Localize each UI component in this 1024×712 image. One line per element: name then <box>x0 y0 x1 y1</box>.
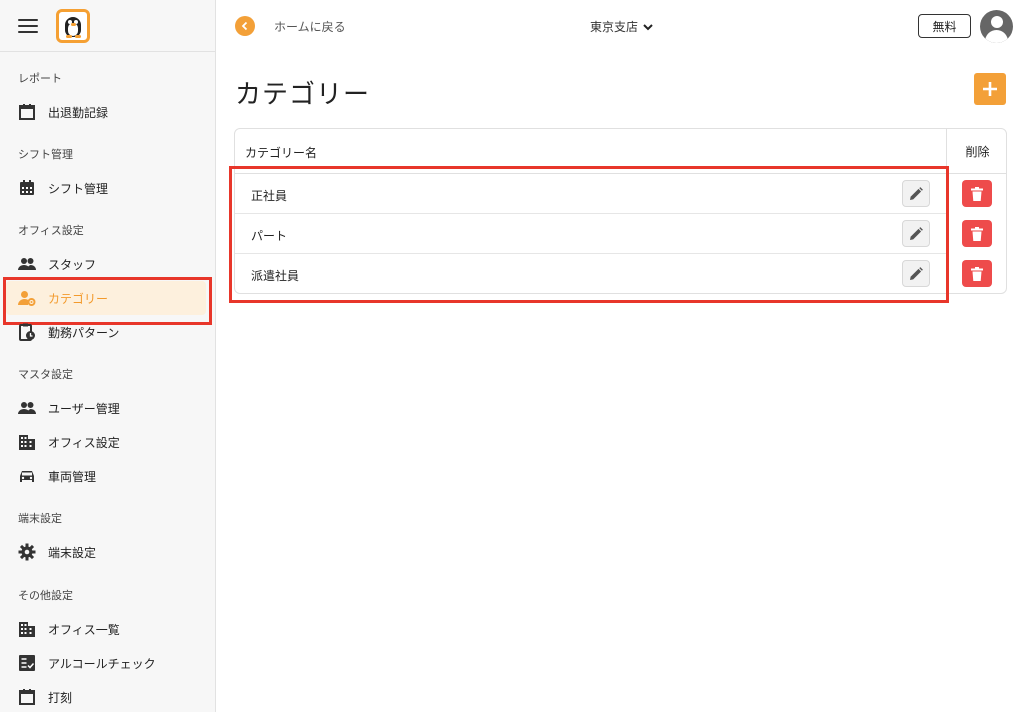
sidebar-item-staff[interactable]: スタッフ <box>6 247 206 281</box>
sidebar-item-label: オフィス設定 <box>48 435 120 450</box>
trash-icon <box>971 226 983 241</box>
sidebar-item-office-settings[interactable]: オフィス設定 <box>6 425 206 459</box>
delete-button[interactable] <box>962 220 992 247</box>
calendar-grid-icon <box>18 179 36 197</box>
sidebar-item-label: 車両管理 <box>48 469 97 484</box>
sidebar-section-device: 端末設定 <box>18 512 62 525</box>
calendar-icon <box>18 688 36 706</box>
sidebar-item-label: カテゴリー <box>48 291 109 306</box>
sidebar-section-report: レポート <box>18 72 62 85</box>
gear-icon <box>18 543 36 561</box>
back-link[interactable]: ホームに戻る <box>274 18 346 35</box>
pencil-icon <box>910 186 923 200</box>
table-header: カテゴリー名 削除 <box>235 129 1006 174</box>
calendar-icon <box>18 103 36 121</box>
sidebar-item-device-settings[interactable]: 端末設定 <box>6 535 206 569</box>
edit-button[interactable] <box>902 220 930 247</box>
sidebar-item-work-pattern[interactable]: 勤務パターン <box>6 315 206 349</box>
table-row: パート <box>235 214 946 254</box>
pencil-icon <box>910 266 923 280</box>
sidebar-item-alcohol-check[interactable]: アルコールチェック <box>6 646 206 680</box>
delete-column <box>946 174 1006 293</box>
plus-icon <box>983 82 997 96</box>
add-category-button[interactable] <box>974 73 1006 105</box>
sidebar-item-label: スタッフ <box>48 257 97 272</box>
sidebar-item-attendance[interactable]: 出退勤記録 <box>6 95 206 129</box>
column-header-name: カテゴリー名 <box>245 146 318 160</box>
car-icon <box>18 467 36 485</box>
sidebar-item-punch[interactable]: 打刻 <box>6 680 206 712</box>
avatar[interactable] <box>980 10 1013 43</box>
sidebar-header <box>0 0 215 52</box>
sidebar-item-office-list[interactable]: オフィス一覧 <box>6 612 206 646</box>
checklist-icon <box>18 654 36 672</box>
chevron-down-icon <box>643 23 653 30</box>
penguin-logo[interactable] <box>56 8 90 43</box>
table-row: 正社員 <box>235 174 946 214</box>
sidebar-item-vehicles[interactable]: 車両管理 <box>6 459 206 493</box>
sidebar-item-label: ユーザー管理 <box>48 401 120 416</box>
sidebar-section-master: マスタ設定 <box>18 368 73 381</box>
back-button[interactable] <box>235 16 255 36</box>
people-icon <box>18 399 36 417</box>
sidebar-item-label: 端末設定 <box>48 545 97 560</box>
sidebar-item-shift[interactable]: シフト管理 <box>6 171 206 205</box>
sidebar-item-label: 勤務パターン <box>48 325 120 340</box>
trash-icon <box>971 186 983 201</box>
people-icon <box>18 255 36 273</box>
sidebar-item-label: 打刻 <box>48 690 73 705</box>
delete-button[interactable] <box>962 180 992 207</box>
menu-icon[interactable] <box>18 18 38 33</box>
sidebar-item-users[interactable]: ユーザー管理 <box>6 391 206 425</box>
category-name: 正社員 <box>251 189 288 203</box>
category-table: カテゴリー名 削除 正社員 パート 派遣社員 <box>234 128 1007 294</box>
person-gear-icon <box>18 289 36 307</box>
table-row: 派遣社員 <box>235 254 946 293</box>
sidebar-item-label: オフィス一覧 <box>48 622 120 637</box>
sidebar-section-other: その他設定 <box>18 589 73 602</box>
delete-button[interactable] <box>962 260 992 287</box>
sidebar: レポート 出退勤記録 シフト管理 シフト管理 オフィス設定 スタッフ カテゴリー… <box>0 0 216 712</box>
page-title: カテゴリー <box>235 80 371 110</box>
chevron-left-icon <box>241 21 248 31</box>
clipboard-clock-icon <box>18 323 36 341</box>
sidebar-item-category[interactable]: カテゴリー <box>3 277 212 325</box>
category-name: パート <box>251 229 288 243</box>
plan-badge[interactable]: 無料 <box>918 14 971 38</box>
column-header-delete: 削除 <box>946 129 1006 174</box>
trash-icon <box>971 266 983 281</box>
branch-selector[interactable]: 東京支店 <box>590 18 654 35</box>
sidebar-section-shift: シフト管理 <box>18 148 73 161</box>
edit-button[interactable] <box>902 180 930 207</box>
sidebar-item-label: 出退勤記録 <box>48 105 109 120</box>
sidebar-section-office: オフィス設定 <box>18 224 84 237</box>
branch-label: 東京支店 <box>590 20 639 34</box>
top-header: ホームに戻る 東京支店 無料 <box>217 0 1024 52</box>
sidebar-item-label: アルコールチェック <box>48 656 156 671</box>
category-name: 派遣社員 <box>251 269 300 283</box>
sidebar-item-label: シフト管理 <box>48 181 109 196</box>
building-icon <box>18 620 36 638</box>
building-icon <box>18 433 36 451</box>
edit-button[interactable] <box>902 260 930 287</box>
pencil-icon <box>910 226 923 240</box>
